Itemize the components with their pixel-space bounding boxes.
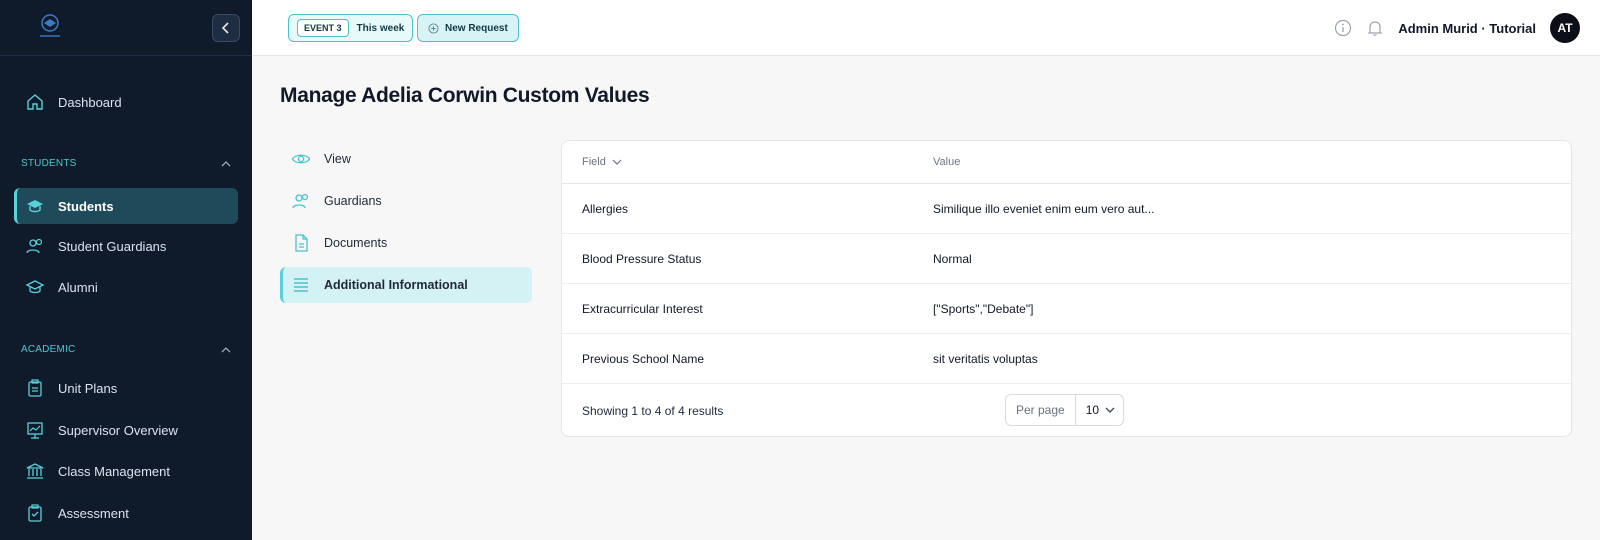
mortarboard-icon (24, 276, 46, 298)
field-column-header[interactable]: Field (562, 156, 933, 168)
sidebar-item-label: Dashboard (58, 94, 122, 110)
new-request-button[interactable]: New Request (417, 14, 519, 42)
sidebar-item-label: Unit Plans (58, 380, 118, 396)
tab-label: Additional Informational (324, 278, 468, 292)
topbar: EVENT 3 This week New Request Admin Muri… (252, 0, 1600, 56)
value-cell: ["Sports","Debate"] (933, 301, 1034, 316)
event-tag: EVENT 3 (297, 19, 349, 37)
eye-icon (290, 148, 312, 170)
chevron-left-icon (221, 22, 229, 34)
sidebar-item-alumni[interactable]: Alumni (14, 269, 238, 305)
tab-label: Documents (324, 236, 388, 250)
section-students-toggle[interactable]: STUDENTS (21, 158, 231, 169)
value-column-header: Value (933, 156, 961, 168)
field-cell: Extracurricular Interest (582, 301, 703, 316)
avatar[interactable]: AT (1550, 13, 1580, 43)
table-row: Allergies Similique illo eveniet enim eu… (562, 184, 1571, 234)
table-row: Previous School Name sit veritatis volup… (562, 334, 1571, 384)
chevron-up-icon (221, 160, 231, 166)
graduation-cap-icon (24, 195, 46, 217)
list-icon (290, 274, 312, 296)
section-academic-toggle[interactable]: ACADEMIC (21, 344, 231, 355)
logo-icon[interactable] (34, 12, 66, 40)
tab-label: Guardians (324, 194, 382, 208)
custom-values-table: Field Value Allergies Similique illo eve… (561, 140, 1572, 437)
sidebar-item-label: Alumni (58, 279, 98, 295)
value-cell: Normal (933, 251, 972, 266)
sidebar-item-unit-plans[interactable]: Unit Plans (14, 370, 238, 406)
table-row: Extracurricular Interest ["Sports","Deba… (562, 284, 1571, 334)
chevron-down-icon (612, 159, 622, 165)
table-header: Field Value (562, 141, 1571, 184)
home-icon (24, 91, 46, 113)
topbar-right: Admin Murid · Tutorial AT (1334, 13, 1580, 43)
building-columns-icon (24, 460, 46, 482)
field-header-label: Field (582, 156, 606, 168)
tab-view[interactable]: View (280, 141, 532, 177)
table-row: Blood Pressure Status Normal (562, 234, 1571, 284)
record-subnav: View Guardians Documents Additional Info… (280, 141, 532, 309)
table-footer: Showing 1 to 4 of 4 results Per page 10 (562, 384, 1571, 436)
value-cell: sit veritatis voluptas (933, 351, 1038, 366)
document-icon (290, 232, 312, 254)
sidebar-item-students[interactable]: Students (14, 188, 238, 224)
event-selector[interactable]: EVENT 3 This week (288, 14, 414, 42)
bell-icon[interactable] (1366, 19, 1384, 37)
sidebar-header (0, 0, 252, 56)
user-name[interactable]: Admin Murid · Tutorial (1398, 21, 1536, 36)
section-title: ACADEMIC (21, 344, 76, 355)
page-title: Manage Adelia Corwin Custom Values (280, 84, 650, 107)
per-page-label: Per page (1006, 395, 1076, 425)
info-icon[interactable] (1334, 19, 1352, 37)
event-period: This week (356, 22, 405, 34)
field-cell: Blood Pressure Status (582, 251, 702, 266)
users-icon (24, 235, 46, 257)
sidebar-item-label: Supervisor Overview (58, 422, 178, 438)
value-cell: Similique illo eveniet enim eum vero aut… (933, 201, 1155, 216)
field-cell: Allergies (582, 201, 629, 216)
per-page-value: 10 (1085, 403, 1100, 417)
chevron-up-icon (221, 346, 231, 352)
plus-circle-icon (428, 22, 439, 34)
sidebar-item-label: Student Guardians (58, 238, 167, 254)
results-summary: Showing 1 to 4 of 4 results (582, 403, 724, 418)
presentation-chart-icon (24, 419, 46, 441)
tab-documents[interactable]: Documents (280, 225, 532, 261)
sidebar: Dashboard STUDENTS Students Student Guar… (0, 0, 252, 540)
chevron-down-icon (1105, 407, 1115, 413)
per-page-select[interactable]: Per page 10 (1005, 394, 1125, 426)
new-request-label: New Request (445, 22, 508, 34)
sidebar-item-class-management[interactable]: Class Management (14, 453, 238, 489)
sidebar-item-assessment[interactable]: Assessment (14, 495, 238, 531)
clipboard-icon (24, 377, 46, 399)
collapse-sidebar-button[interactable] (212, 14, 240, 42)
field-cell: Previous School Name (582, 351, 705, 366)
section-title: STUDENTS (21, 158, 77, 169)
sidebar-item-student-guardians[interactable]: Student Guardians (14, 228, 238, 264)
tab-label: View (324, 152, 351, 166)
sidebar-item-label: Class Management (58, 463, 170, 479)
tab-additional-informational[interactable]: Additional Informational (280, 267, 532, 303)
clipboard-check-icon (24, 502, 46, 524)
tab-guardians[interactable]: Guardians (280, 183, 532, 219)
sidebar-item-label: Students (58, 198, 114, 214)
per-page-value-wrap[interactable]: 10 (1076, 403, 1123, 417)
sidebar-item-supervisor-overview[interactable]: Supervisor Overview (14, 412, 238, 448)
users-icon (290, 190, 312, 212)
sidebar-item-dashboard[interactable]: Dashboard (14, 84, 238, 120)
sidebar-item-label: Assessment (58, 505, 129, 521)
